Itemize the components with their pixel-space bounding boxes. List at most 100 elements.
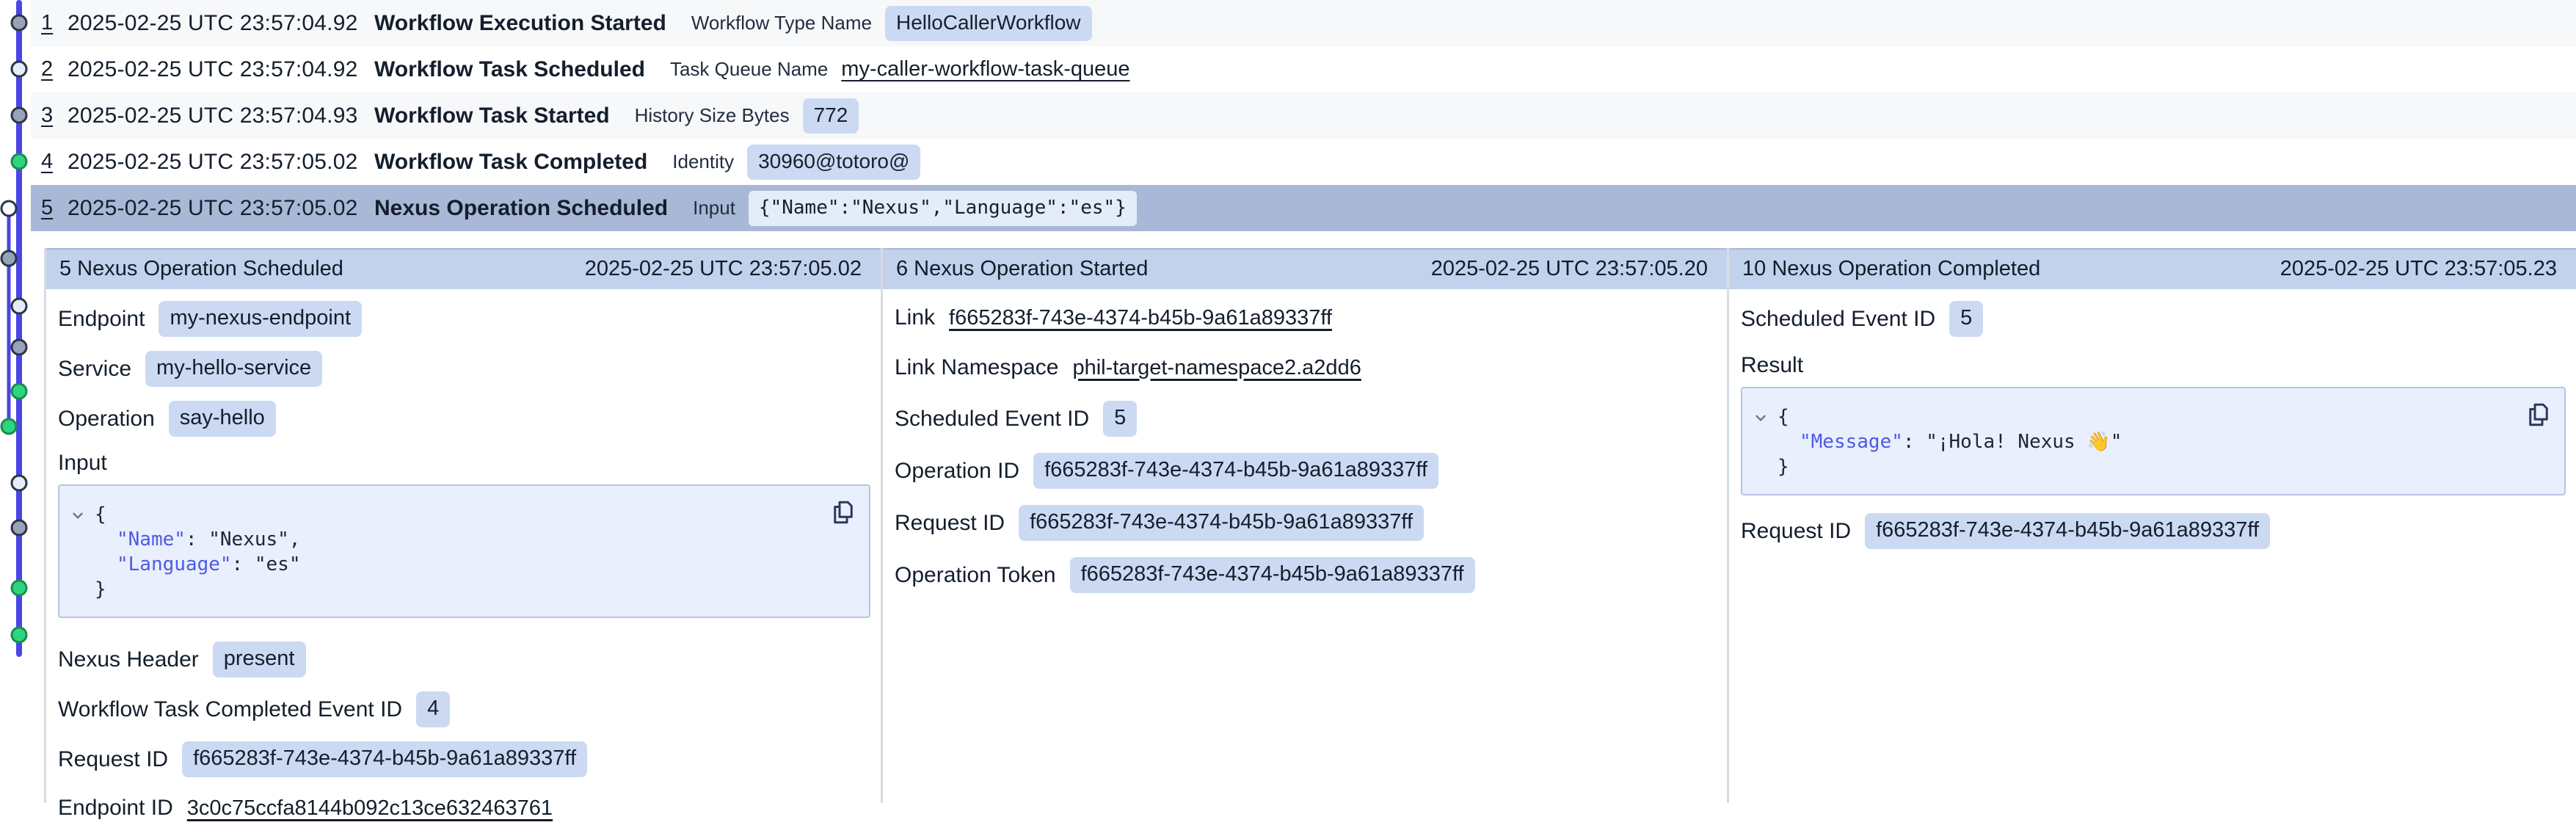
field-value-badge: present (213, 642, 306, 677)
timeline-dot-scheduled[interactable] (12, 299, 26, 313)
field-label: Operation ID (895, 459, 1019, 484)
timeline-dot-completed[interactable] (1, 419, 16, 434)
field-label: Endpoint (58, 307, 145, 332)
field-value-badge: f665283f-743e-4374-b45b-9a61a89337ff (1019, 505, 1424, 541)
json-value: "Nexus", (208, 528, 300, 550)
event-type: Workflow Task Completed (374, 150, 647, 175)
event-attr-value-badge: 772 (803, 98, 859, 134)
event-time: 2025-02-25 UTC 23:57:05.02 (68, 196, 374, 221)
timeline-dot-scheduled[interactable] (12, 476, 26, 490)
panel-timestamp: 2025-02-25 UTC 23:57:05.23 (2280, 257, 2557, 281)
field-label: Request ID (58, 747, 168, 772)
json-open-line: { (1742, 404, 2520, 429)
event-attr-value-badge: HelloCallerWorkflow (885, 6, 1092, 41)
timeline-dot-completed[interactable] (12, 581, 26, 595)
json-entry: "Language": "es" (59, 552, 825, 577)
field-label: Request ID (895, 511, 1005, 536)
timeline-dot-started[interactable] (12, 15, 26, 30)
event-row-3[interactable]: 3 2025-02-25 UTC 23:57:04.93 Workflow Ta… (31, 92, 2576, 139)
json-entry: "Name": "Nexus", (59, 527, 825, 552)
copy-icon[interactable] (832, 499, 854, 532)
field-nexus-header: Nexus Header present (58, 642, 870, 677)
field-endpoint-id: Endpoint ID 3c0c75ccfa8144b092c13ce63246… (58, 791, 870, 825)
json-entry: "Message": "¡Hola! Nexus 👋" (1742, 429, 2520, 454)
event-time: 2025-02-25 UTC 23:57:05.02 (68, 150, 374, 175)
field-link: Link f665283f-743e-4374-b45b-9a61a89337f… (895, 301, 1717, 335)
field-request-id: Request ID f665283f-743e-4374-b45b-9a61a… (895, 505, 1717, 541)
event-row-2[interactable]: 2 2025-02-25 UTC 23:57:04.92 Workflow Ta… (31, 46, 2576, 92)
timeline-dot-selected-scheduled[interactable] (1, 201, 16, 216)
field-value-badge: f665283f-743e-4374-b45b-9a61a89337ff (1070, 557, 1475, 593)
field-value-badge: 4 (416, 691, 450, 727)
timeline-dot-started[interactable] (12, 108, 26, 123)
panel-body: Endpoint my-nexus-endpoint Service my-he… (46, 289, 881, 825)
event-time: 2025-02-25 UTC 23:57:04.92 (68, 11, 374, 36)
json-close-line: } (1742, 454, 2520, 479)
event-time: 2025-02-25 UTC 23:57:04.92 (68, 57, 374, 82)
field-value-badge: f665283f-743e-4374-b45b-9a61a89337ff (1033, 453, 1438, 489)
event-timeline-graph (0, 0, 44, 803)
link-value[interactable]: f665283f-743e-4374-b45b-9a61a89337ff (949, 306, 1332, 330)
field-request-id: Request ID f665283f-743e-4374-b45b-9a61a… (1741, 513, 2566, 549)
timeline-dot-started[interactable] (12, 340, 26, 355)
event-row-4[interactable]: 4 2025-02-25 UTC 23:57:05.02 Workflow Ta… (31, 139, 2576, 185)
json-brace: } (1778, 456, 1789, 478)
json-value: "es" (255, 553, 301, 575)
field-value-badge: f665283f-743e-4374-b45b-9a61a89337ff (1865, 513, 2270, 549)
event-row-1[interactable]: 1 2025-02-25 UTC 23:57:04.92 Workflow Ex… (31, 0, 2576, 46)
json-value: "¡Hola! Nexus 👋" (1926, 431, 2122, 453)
timeline-dot-completed[interactable] (12, 628, 26, 642)
event-input-payload: {"Name":"Nexus","Language":"es"} (749, 191, 1137, 226)
field-label: Scheduled Event ID (895, 407, 1089, 432)
field-label: Workflow Task Completed Event ID (58, 697, 402, 722)
panel-timestamp: 2025-02-25 UTC 23:57:05.02 (585, 257, 862, 281)
json-punct: : (186, 528, 208, 550)
timeline-dot-completed[interactable] (12, 384, 26, 399)
event-attr-label: History Size Bytes (635, 104, 790, 127)
field-service: Service my-hello-service (58, 351, 870, 387)
event-type: Workflow Execution Started (374, 11, 666, 36)
field-operation-id: Operation ID f665283f-743e-4374-b45b-9a6… (895, 453, 1717, 489)
timeline-dot-started[interactable] (1, 251, 16, 266)
json-punct: : (1903, 431, 1926, 453)
field-label: Link Namespace (895, 355, 1058, 380)
panel-body: Link f665283f-743e-4374-b45b-9a61a89337f… (883, 289, 1727, 593)
field-value-badge: f665283f-743e-4374-b45b-9a61a89337ff (182, 741, 587, 777)
link-namespace-value[interactable]: phil-target-namespace2.a2dd6 (1072, 356, 1361, 380)
field-label: Link (895, 305, 935, 330)
task-queue-link[interactable]: my-caller-workflow-task-queue (841, 57, 1129, 81)
field-label: Request ID (1741, 519, 1851, 544)
panel-nexus-operation-scheduled: 5 Nexus Operation Scheduled 2025-02-25 U… (44, 248, 881, 803)
field-label: Operation (58, 407, 155, 432)
copy-icon[interactable] (2528, 401, 2550, 435)
event-attr-label: Identity (672, 150, 734, 173)
json-open-line: { (59, 502, 825, 527)
endpoint-id-link[interactable]: 3c0c75ccfa8144b092c13ce632463761 (187, 796, 553, 821)
input-label: Input (58, 451, 870, 476)
panel-title: 6 Nexus Operation Started (896, 257, 1148, 281)
timeline-dot-started[interactable] (12, 520, 26, 535)
panel-title: 5 Nexus Operation Scheduled (59, 257, 343, 281)
event-type: Nexus Operation Scheduled (374, 196, 668, 221)
timeline-branch-line (7, 208, 11, 426)
json-brace: { (1778, 406, 1789, 428)
collapse-chevron-icon[interactable] (70, 505, 86, 530)
panel-header: 10 Nexus Operation Completed 2025-02-25 … (1729, 248, 2576, 289)
timeline-dot-completed[interactable] (12, 154, 26, 169)
panel-nexus-operation-started: 6 Nexus Operation Started 2025-02-25 UTC… (881, 248, 1727, 803)
field-endpoint: Endpoint my-nexus-endpoint (58, 301, 870, 337)
json-brace: { (95, 504, 106, 526)
event-row-5-selected[interactable]: 5 2025-02-25 UTC 23:57:05.02 Nexus Opera… (31, 185, 2576, 231)
field-value-badge: my-nexus-endpoint (159, 301, 362, 337)
event-type: Workflow Task Scheduled (374, 57, 645, 82)
timeline-dot-scheduled[interactable] (12, 62, 26, 76)
collapse-chevron-icon[interactable] (1753, 407, 1769, 432)
json-key: "Language" (117, 553, 232, 575)
timeline-main-line (16, 0, 22, 657)
json-close-line: } (59, 577, 825, 602)
event-type: Workflow Task Started (374, 103, 610, 128)
field-value-badge: my-hello-service (145, 351, 322, 387)
event-history-table: 1 2025-02-25 UTC 23:57:04.92 Workflow Ex… (0, 0, 2576, 231)
result-payload-viewer: { "Message": "¡Hola! Nexus 👋" } (1741, 387, 2566, 495)
field-label: Nexus Header (58, 647, 199, 672)
